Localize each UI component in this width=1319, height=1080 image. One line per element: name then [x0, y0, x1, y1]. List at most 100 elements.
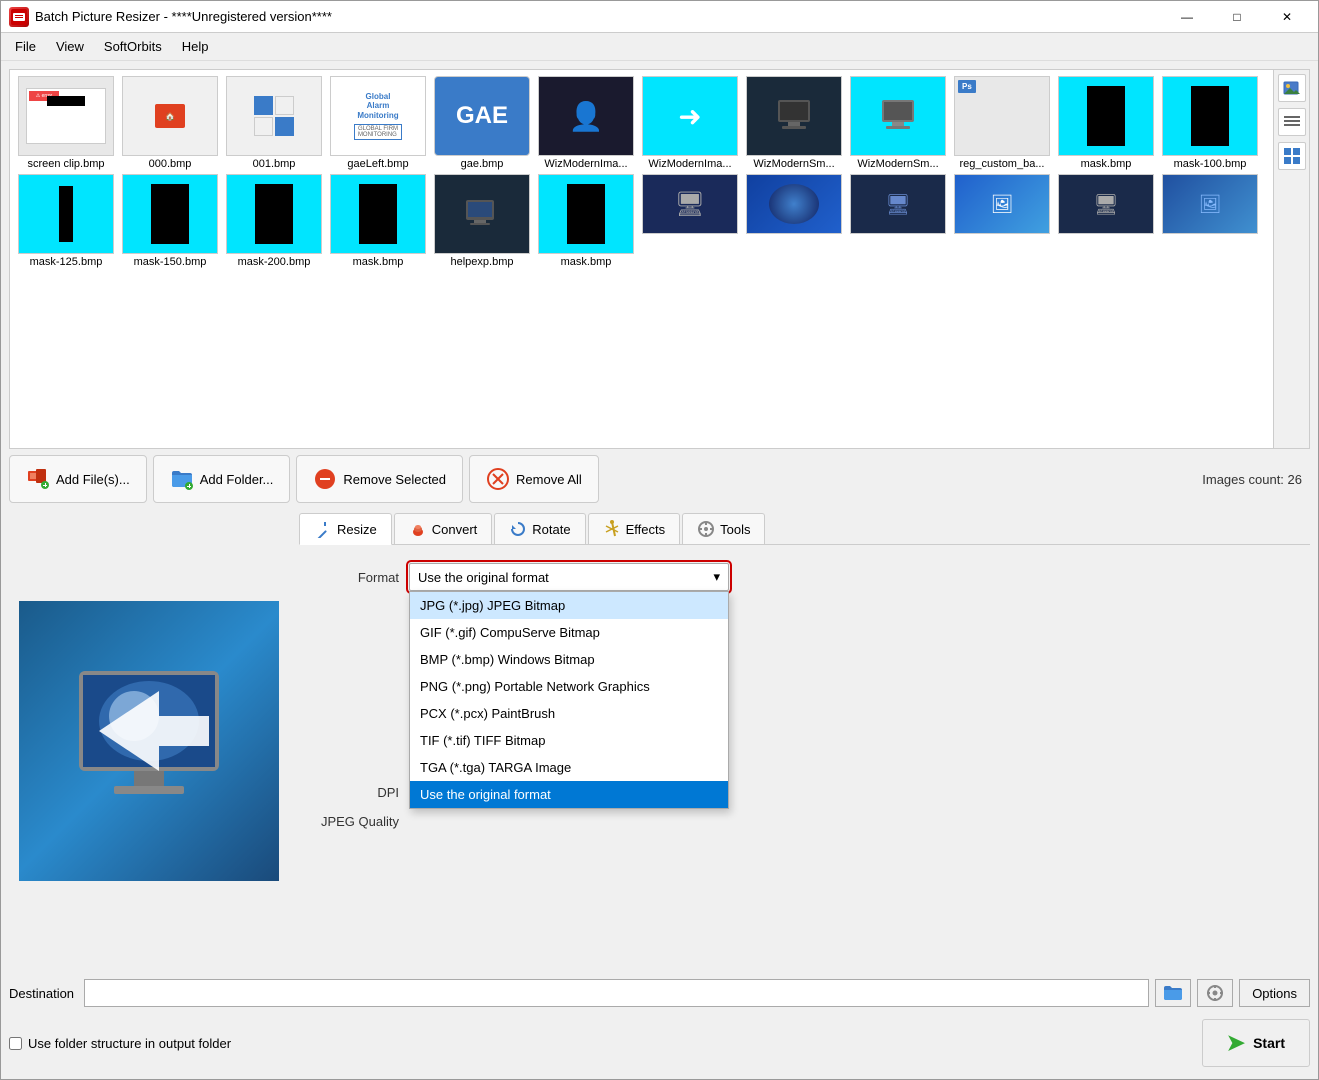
list-item[interactable]: mask.bmp — [536, 174, 636, 268]
options-gear-button[interactable] — [1197, 979, 1233, 1007]
list-item[interactable]: 🖥 — [1056, 174, 1156, 268]
sidebar-grid-view-button[interactable] — [1278, 142, 1306, 170]
sidebar-list-view-button[interactable] — [1278, 108, 1306, 136]
format-select[interactable]: Use the original format ▾ — [409, 563, 729, 591]
destination-bar: Destination Options — [9, 979, 1310, 1007]
thumb-label: mask-100.bmp — [1160, 158, 1260, 170]
list-item[interactable]: 🖼 — [1160, 174, 1260, 268]
menu-bar: File View SoftOrbits Help — [1, 33, 1318, 61]
list-item[interactable] — [744, 174, 844, 268]
images-count: Images count: 26 — [1202, 472, 1310, 487]
remove-all-button[interactable]: Remove All — [469, 455, 599, 503]
options-panel: Resize Convert — [299, 509, 1310, 973]
menu-view[interactable]: View — [46, 35, 94, 58]
thumb-label: gae.bmp — [432, 158, 532, 170]
tab-tools[interactable]: Tools — [682, 513, 765, 544]
tab-rotate-label: Rotate — [532, 522, 570, 537]
dropdown-item-original[interactable]: Use the original format — [410, 781, 728, 808]
tab-tools-label: Tools — [720, 522, 750, 537]
list-item[interactable]: helpexp.bmp — [432, 174, 532, 268]
sidebar-add-image-button[interactable] — [1278, 74, 1306, 102]
list-item[interactable]: mask-125.bmp — [16, 174, 116, 268]
dropdown-item-label: Use the original format — [420, 787, 551, 802]
list-item[interactable]: WizModernSm... — [848, 76, 948, 170]
menu-file[interactable]: File — [5, 35, 46, 58]
dpi-label: DPI — [299, 785, 399, 800]
list-item[interactable]: 👤 WizModernIma... — [536, 76, 636, 170]
list-item[interactable]: 🏠 000.bmp — [120, 76, 220, 170]
app-icon — [9, 7, 29, 27]
add-folder-button[interactable]: Add Folder... — [153, 455, 291, 503]
destination-label: Destination — [9, 986, 74, 1001]
list-item[interactable]: mask-200.bmp — [224, 174, 324, 268]
thumb-label: mask.bmp — [328, 256, 428, 268]
main-window: Batch Picture Resizer - ****Unregistered… — [0, 0, 1319, 1080]
folder-structure-checkbox[interactable] — [9, 1037, 22, 1050]
thumb-label: WizModernIma... — [640, 158, 740, 170]
tab-convert[interactable]: Convert — [394, 513, 493, 544]
list-item[interactable]: WizModernSm... — [744, 76, 844, 170]
list-item[interactable]: Ps reg_custom_ba... — [952, 76, 1052, 170]
image-grid[interactable]: ⚠ error screen clip.bmp 🏠 000.bmp — [10, 70, 1273, 448]
list-item[interactable]: 🖼 — [952, 174, 1052, 268]
thumb-label: reg_custom_ba... — [952, 158, 1052, 170]
tab-convert-label: Convert — [432, 522, 478, 537]
list-item[interactable]: mask-150.bmp — [120, 174, 220, 268]
thumb-label: WizModernSm... — [744, 158, 844, 170]
menu-softorbits[interactable]: SoftOrbits — [94, 35, 172, 58]
dropdown-item-tga[interactable]: TGA (*.tga) TARGA Image — [410, 754, 728, 781]
options-button[interactable]: Options — [1239, 979, 1310, 1007]
thumb-label: mask-125.bmp — [16, 256, 116, 268]
tab-resize[interactable]: Resize — [299, 513, 392, 545]
dropdown-item-jpg[interactable]: JPG (*.jpg) JPEG Bitmap — [410, 592, 728, 619]
list-item[interactable]: 🖥 — [640, 174, 740, 268]
dropdown-item-tif[interactable]: TIF (*.tif) TIFF Bitmap — [410, 727, 728, 754]
tabs-bar: Resize Convert — [299, 513, 1310, 545]
format-value: Use the original format — [418, 570, 549, 585]
window-title: Batch Picture Resizer - ****Unregistered… — [35, 9, 1164, 24]
thumb-label: gaeLeft.bmp — [328, 158, 428, 170]
list-item[interactable]: ⚠ error screen clip.bmp — [16, 76, 116, 170]
dropdown-item-gif[interactable]: GIF (*.gif) CompuServe Bitmap — [410, 619, 728, 646]
jpeg-quality-row: JPEG Quality — [299, 814, 1310, 829]
window-controls: — □ ✕ — [1164, 2, 1310, 32]
options-label: Options — [1252, 986, 1297, 1001]
image-panel: ⚠ error screen clip.bmp 🏠 000.bmp — [9, 69, 1310, 449]
chevron-down-icon: ▾ — [713, 569, 720, 585]
maximize-button[interactable]: □ — [1214, 2, 1260, 32]
tab-effects[interactable]: Effects — [588, 513, 681, 544]
dropdown-item-pcx[interactable]: PCX (*.pcx) PaintBrush — [410, 700, 728, 727]
list-item[interactable]: 🖥 — [848, 174, 948, 268]
list-item[interactable]: GAE gae.bmp — [432, 76, 532, 170]
fields-area: Format Use the original format ▾ JPG (*.… — [299, 553, 1310, 839]
list-item[interactable]: GlobalAlarmMonitoring GLOBAL FIRMMONITOR… — [328, 76, 428, 170]
list-item[interactable]: mask-100.bmp — [1160, 76, 1260, 170]
remove-selected-button[interactable]: Remove Selected — [296, 455, 463, 503]
list-item[interactable]: ➜ WizModernIma... — [640, 76, 740, 170]
dropdown-item-label: TGA (*.tga) TARGA Image — [420, 760, 571, 775]
dropdown-item-label: BMP (*.bmp) Windows Bitmap — [420, 652, 595, 667]
minimize-button[interactable]: — — [1164, 2, 1210, 32]
list-item[interactable]: mask.bmp — [328, 174, 428, 268]
dropdown-item-png[interactable]: PNG (*.png) Portable Network Graphics — [410, 673, 728, 700]
list-item[interactable]: mask.bmp — [1056, 76, 1156, 170]
menu-help[interactable]: Help — [172, 35, 219, 58]
remove-all-label: Remove All — [516, 472, 582, 487]
add-folder-label: Add Folder... — [200, 472, 274, 487]
thumb-label: mask.bmp — [536, 256, 636, 268]
folder-structure-label: Use folder structure in output folder — [28, 1036, 231, 1051]
tab-rotate[interactable]: Rotate — [494, 513, 585, 544]
checkbox-row: Use folder structure in output folder — [9, 1036, 231, 1051]
close-button[interactable]: ✕ — [1264, 2, 1310, 32]
list-item[interactable]: 001.bmp — [224, 76, 324, 170]
sidebar-panel — [1273, 70, 1309, 448]
format-dropdown: JPG (*.jpg) JPEG Bitmap GIF (*.gif) Comp… — [409, 591, 729, 809]
destination-input[interactable] — [84, 979, 1149, 1007]
destination-browse-button[interactable] — [1155, 979, 1191, 1007]
start-button[interactable]: ➤ Start — [1202, 1019, 1310, 1067]
title-bar: Batch Picture Resizer - ****Unregistered… — [1, 1, 1318, 33]
thumb-label: screen clip.bmp — [16, 158, 116, 170]
add-files-button[interactable]: Add File(s)... — [9, 455, 147, 503]
tab-resize-label: Resize — [337, 522, 377, 537]
dropdown-item-bmp[interactable]: BMP (*.bmp) Windows Bitmap — [410, 646, 728, 673]
